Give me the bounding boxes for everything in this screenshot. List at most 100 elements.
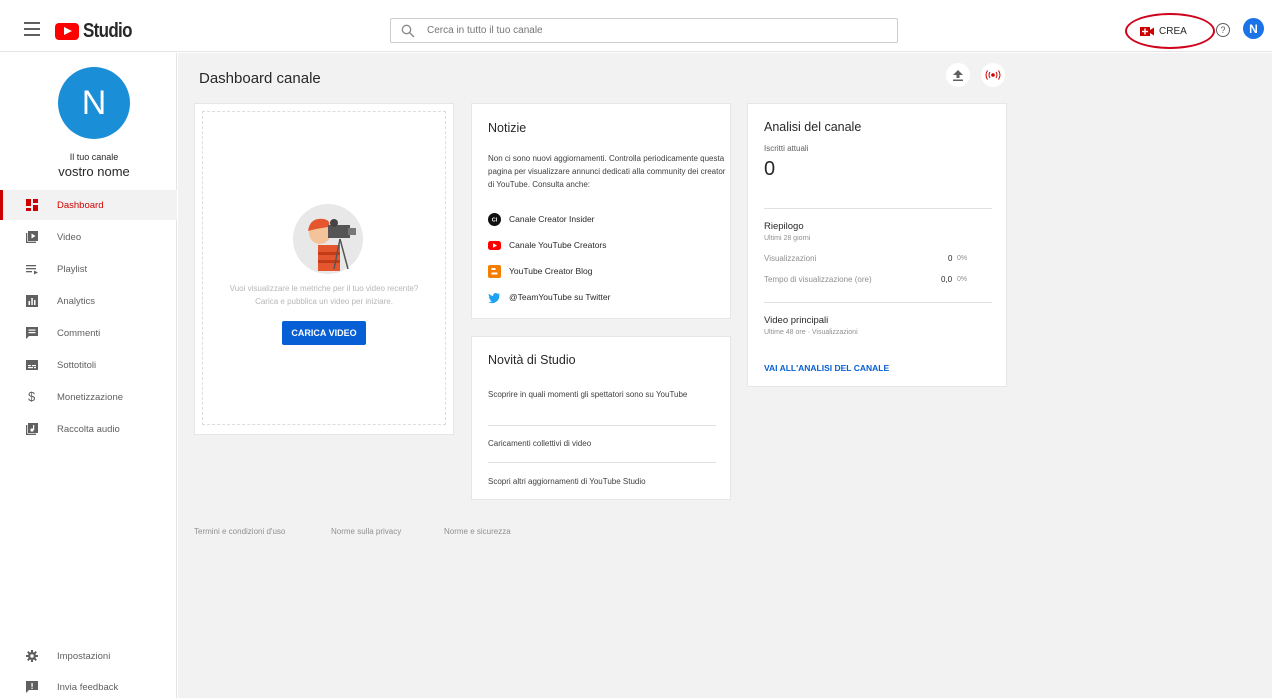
- youtube-icon: [488, 240, 501, 250]
- creator-illustration: [293, 204, 363, 274]
- subtitles-icon: [26, 360, 38, 370]
- video-camera-add-icon: [1140, 26, 1154, 36]
- upload-video-button[interactable]: CARICA VIDEO: [282, 321, 366, 345]
- dashboard-icon: [26, 199, 38, 211]
- live-broadcast-icon: [985, 70, 1001, 80]
- divider: [764, 302, 992, 303]
- account-avatar[interactable]: N: [1243, 18, 1264, 39]
- summary-period: Ultimi 28 giorni: [764, 235, 811, 242]
- sidebar-item-label: Impostazioni: [57, 650, 111, 662]
- studio-news-item[interactable]: Caricamenti collettivi di video: [488, 437, 716, 450]
- video-icon: [26, 231, 38, 243]
- go-to-analytics-link[interactable]: VAI ALL'ANALISI DEL CANALE: [764, 363, 889, 373]
- sidebar-item-label: Video: [57, 231, 82, 243]
- studio-news-item[interactable]: Scoprire in quali momenti gli spettatori…: [488, 388, 716, 401]
- link-label: @TeamYouTube su Twitter: [509, 292, 611, 302]
- help-icon[interactable]: ?: [1216, 23, 1230, 37]
- blogger-icon: [488, 264, 501, 278]
- sidebar-item-comments[interactable]: Commenti: [0, 318, 177, 348]
- sidebar-item-label: Monetizzazione: [57, 391, 124, 403]
- upload-icon: [953, 69, 963, 81]
- link-youtube-creators[interactable]: Canale YouTube Creators: [488, 238, 607, 252]
- link-label: YouTube Creator Blog: [509, 266, 593, 276]
- sidebar-item-label: Dashboard: [57, 199, 104, 211]
- gear-icon: [26, 650, 38, 662]
- upload-prompt: Vuoi visualizzare le metriche per il tuo…: [229, 284, 419, 293]
- sidebar-item-subtitles[interactable]: Sottotitoli: [0, 350, 177, 380]
- news-card: Notizie Non ci sono nuovi aggiornamenti.…: [471, 103, 731, 319]
- sidebar-item-label: Sottotitoli: [57, 359, 97, 371]
- sidebar-item-dashboard[interactable]: Dashboard: [0, 190, 177, 220]
- svg-text:CI: CI: [492, 217, 498, 223]
- twitter-icon: [488, 292, 500, 303]
- watch-time-value: 0,0: [941, 275, 953, 284]
- search-box[interactable]: [390, 18, 898, 43]
- watch-time-change: 0%: [957, 276, 968, 283]
- footer-terms-link[interactable]: Termini e condizioni d'uso: [194, 527, 285, 536]
- page-title: Dashboard canale: [199, 70, 321, 87]
- footer-privacy-link[interactable]: Norme sulla privacy: [331, 527, 401, 536]
- sidebar-item-analytics[interactable]: Analytics: [0, 286, 177, 316]
- creator-insider-icon: CI: [488, 212, 501, 226]
- comments-icon: [26, 327, 38, 339]
- link-twitter[interactable]: @TeamYouTube su Twitter: [488, 290, 610, 304]
- dollar-icon: $: [28, 389, 36, 404]
- studio-news-card: Novità di Studio Scoprire in quali momen…: [471, 336, 731, 500]
- top-bar: Studio CREA ? N: [0, 8, 1272, 52]
- go-live-button[interactable]: [981, 63, 1005, 87]
- sidebar-item-settings[interactable]: Impostazioni: [0, 641, 177, 671]
- sidebar-item-audio-library[interactable]: Raccolta audio: [0, 414, 177, 444]
- create-label: CREA: [1159, 25, 1187, 37]
- sidebar: N Il tuo canale vostro nome Dashboard Vi…: [0, 53, 177, 698]
- channel-label: Il tuo canale: [69, 152, 119, 162]
- analytics-title: Analisi del canale: [764, 120, 862, 134]
- link-label: Canale YouTube Creators: [509, 240, 607, 250]
- link-creator-insider[interactable]: CI Canale Creator Insider: [488, 212, 595, 226]
- upload-button[interactable]: [946, 63, 970, 87]
- divider: [488, 462, 716, 463]
- top-videos-title: Video principali: [764, 315, 829, 326]
- subscribers-label: Iscritti attuali: [764, 144, 809, 153]
- channel-avatar[interactable]: N: [58, 67, 130, 139]
- summary-title: Riepilogo: [764, 221, 804, 232]
- search-icon: [401, 24, 415, 37]
- studio-logo[interactable]: Studio: [55, 20, 140, 43]
- audio-library-icon: [26, 423, 38, 435]
- channel-name: vostro nome: [58, 164, 130, 179]
- youtube-logo-icon: [55, 23, 79, 40]
- logo-text: Studio: [83, 20, 132, 42]
- sidebar-item-label: Commenti: [57, 327, 101, 339]
- link-creator-blog[interactable]: YouTube Creator Blog: [488, 264, 592, 278]
- divider: [764, 208, 992, 209]
- channel-analytics-card: Analisi del canale Iscritti attuali 0 Ri…: [747, 103, 1007, 387]
- playlist-icon: [26, 265, 38, 275]
- upload-card: Vuoi visualizzare le metriche per il tuo…: [194, 103, 454, 435]
- news-text: Non ci sono nuovi aggiornamenti. Control…: [488, 154, 726, 189]
- create-button[interactable]: CREA: [1140, 20, 1200, 42]
- studio-news-item[interactable]: Scopri altri aggiornamenti di YouTube St…: [488, 475, 716, 488]
- sidebar-item-label: Invia feedback: [57, 681, 119, 693]
- divider: [488, 425, 716, 426]
- sidebar-item-monetization[interactable]: $ Monetizzazione: [0, 382, 177, 412]
- watch-time-label: Tempo di visualizzazione (ore): [764, 275, 872, 284]
- sidebar-item-label: Analytics: [57, 295, 96, 307]
- upload-prompt-secondary: Carica e pubblica un video per iniziare.: [255, 297, 393, 306]
- search-input[interactable]: [427, 25, 827, 36]
- sidebar-item-label: Raccolta audio: [57, 423, 120, 435]
- analytics-icon: [26, 295, 38, 307]
- studio-news-title: Novità di Studio: [488, 353, 576, 367]
- footer-safety-link[interactable]: Norme e sicurezza: [444, 527, 511, 536]
- sidebar-item-feedback[interactable]: Invia feedback: [0, 672, 177, 698]
- main-content: Dashboard canale Vuoi visualizzare le me…: [178, 53, 1272, 698]
- link-label: Canale Creator Insider: [509, 214, 595, 224]
- menu-icon[interactable]: [24, 22, 40, 36]
- top-videos-period: Ultime 48 ore · Visualizzazioni: [764, 329, 858, 336]
- views-label: Visualizzazioni: [764, 254, 817, 263]
- views-change: 0%: [957, 255, 968, 262]
- subscribers-value: 0: [764, 158, 776, 180]
- sidebar-item-playlist[interactable]: Playlist: [0, 254, 177, 284]
- news-title: Notizie: [488, 121, 527, 135]
- sidebar-item-label: Playlist: [57, 263, 88, 275]
- sidebar-item-video[interactable]: Video: [0, 222, 177, 252]
- feedback-icon: [26, 681, 38, 693]
